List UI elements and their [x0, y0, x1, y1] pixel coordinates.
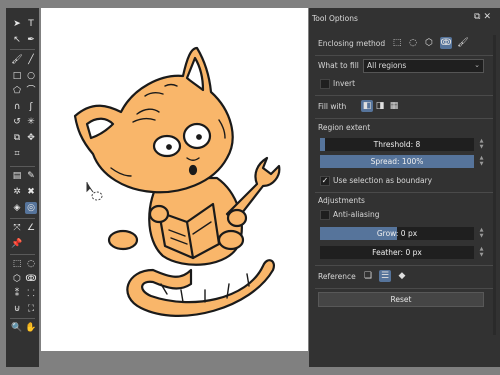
adjustments-heading: Adjustments	[318, 196, 365, 205]
rectangle-icon[interactable]: □	[11, 70, 23, 82]
freehand-path-icon[interactable]: ʃ	[25, 101, 37, 113]
region-extent-heading: Region extent	[318, 123, 371, 132]
pan-icon[interactable]: ✋	[25, 322, 37, 334]
crop-icon[interactable]: ⌗	[11, 148, 23, 160]
freehand-selection-icon[interactable]: ↂ	[25, 273, 37, 285]
color-picker-icon[interactable]: ✎	[25, 170, 37, 182]
feather-text: Feather: 0 px	[372, 248, 422, 257]
freehand-brush-icon[interactable]: 🖌	[11, 54, 23, 66]
reference-all-layers-icon[interactable]: ☰	[379, 270, 391, 282]
panel-controls: ⧉✕	[474, 12, 494, 22]
toolbox: ➤ T ↖ ✒ 🖌 ╱ □ ○ ⬠ ⌒ ∩ ʃ ↺ ✳ ⧉ ✥ ⌗ ▤ ✎ ✲ …	[6, 8, 39, 367]
what-to-fill-label: What to fill	[318, 61, 359, 70]
edit-shapes-icon[interactable]: ↖	[11, 34, 23, 46]
canvas[interactable]	[41, 8, 308, 351]
anti-aliasing-checkbox[interactable]	[320, 210, 330, 220]
magnetic-selection-icon[interactable]: ⛶	[25, 303, 37, 315]
use-selection-checkbox[interactable]: ✓	[320, 176, 330, 186]
multibrush-icon[interactable]: ✳	[25, 116, 37, 128]
enclose-lasso-icon[interactable]: ↂ	[440, 37, 452, 49]
enclose-rectangle-icon[interactable]: ⬚	[391, 37, 403, 49]
grow-spin-icon[interactable]: ▲ ▼	[477, 227, 486, 240]
fill-icon[interactable]: ◈	[11, 202, 23, 214]
panel-scrollbar[interactable]	[493, 35, 496, 335]
calligraphy-icon[interactable]: ✒	[25, 34, 37, 46]
reference-label: Reference	[318, 272, 356, 281]
dynamic-brush-icon[interactable]: ↺	[11, 116, 23, 128]
similar-color-selection-icon[interactable]: ⸬	[25, 288, 37, 300]
cat-illustration	[73, 46, 281, 317]
enclose-fill-cursor-icon	[86, 182, 103, 201]
enclosing-method-label: Enclosing method	[318, 39, 386, 48]
fill-with-label: Fill with	[318, 102, 347, 111]
text-icon[interactable]: T	[25, 18, 37, 30]
grow-slider[interactable]: Grow: 0 px	[320, 227, 474, 240]
measure-icon[interactable]: ∠	[25, 222, 37, 234]
invert-label: Invert	[333, 79, 356, 88]
gradient-icon[interactable]: ▤	[11, 170, 23, 182]
enclose-polygon-icon[interactable]: ⬡	[423, 37, 435, 49]
ellipse-icon[interactable]: ○	[25, 70, 37, 82]
assistant-icon[interactable]: ⤧	[11, 222, 23, 234]
bezier-selection-icon[interactable]: ⊍	[11, 303, 23, 315]
tool-options-panel: Tool Options ⧉✕ Enclosing method ⬚ ◌ ⬡ ↂ…	[309, 8, 500, 367]
move-icon[interactable]: ✥	[25, 132, 37, 144]
polyline-icon[interactable]: ⌒	[25, 85, 37, 97]
enclose-fill-icon[interactable]: ◎	[25, 202, 37, 214]
reference-images-icon[interactable]: 📌	[11, 238, 23, 250]
zoom-icon[interactable]: 🔍	[11, 322, 23, 334]
polygonal-selection-icon[interactable]: ⬡	[11, 273, 23, 285]
threshold-spin-icon[interactable]: ▲ ▼	[477, 138, 486, 151]
rectangular-selection-icon[interactable]: ⬚	[11, 258, 23, 270]
spread-text: Spread: 100%	[370, 157, 424, 166]
reference-color-labeled-icon[interactable]: ◆	[396, 270, 408, 282]
smart-patch-icon[interactable]: ✲	[11, 186, 23, 198]
transform-icon[interactable]: ⧉	[11, 132, 23, 144]
threshold-slider[interactable]: Threshold: 8	[320, 138, 474, 151]
close-panel-icon[interactable]: ✕	[483, 12, 494, 22]
bezier-curve-icon[interactable]: ∩	[11, 101, 23, 113]
elliptical-selection-icon[interactable]: ◌	[25, 258, 37, 270]
fill-background-color-icon[interactable]: ◨	[374, 100, 386, 112]
panel-title: Tool Options	[312, 14, 358, 23]
threshold-text: Threshold: 8	[373, 140, 421, 149]
spread-slider[interactable]: Spread: 100%	[320, 155, 474, 168]
grow-text: Grow: 0 px	[376, 229, 418, 238]
fill-foreground-color-icon[interactable]: ◧	[361, 100, 373, 112]
what-to-fill-value: All regions	[367, 61, 407, 70]
contiguous-selection-icon[interactable]: ⁑	[11, 288, 23, 300]
polygon-icon[interactable]: ⬠	[11, 85, 23, 97]
what-to-fill-select[interactable]: All regions ⌄	[363, 59, 484, 73]
invert-checkbox[interactable]	[320, 79, 330, 89]
enclose-ellipse-icon[interactable]: ◌	[407, 37, 419, 49]
feather-spin-icon[interactable]: ▲ ▼	[477, 246, 486, 259]
enclose-brush-icon[interactable]: 🖌	[457, 37, 469, 49]
chevron-down-icon: ⌄	[474, 61, 480, 69]
fill-pattern-icon[interactable]: ▦	[388, 100, 400, 112]
feather-slider[interactable]: Feather: 0 px	[320, 246, 474, 259]
reset-button[interactable]: Reset	[318, 292, 484, 307]
reference-current-layer-icon[interactable]: ❏	[362, 270, 374, 282]
line-icon[interactable]: ╱	[25, 54, 37, 66]
select-shapes-icon[interactable]: ➤	[11, 18, 23, 30]
colorize-mask-icon[interactable]: ✖	[25, 186, 37, 198]
use-selection-label: Use selection as boundary	[333, 176, 433, 185]
spread-spin-icon[interactable]: ▲ ▼	[477, 155, 486, 168]
anti-aliasing-label: Anti-aliasing	[333, 210, 380, 219]
